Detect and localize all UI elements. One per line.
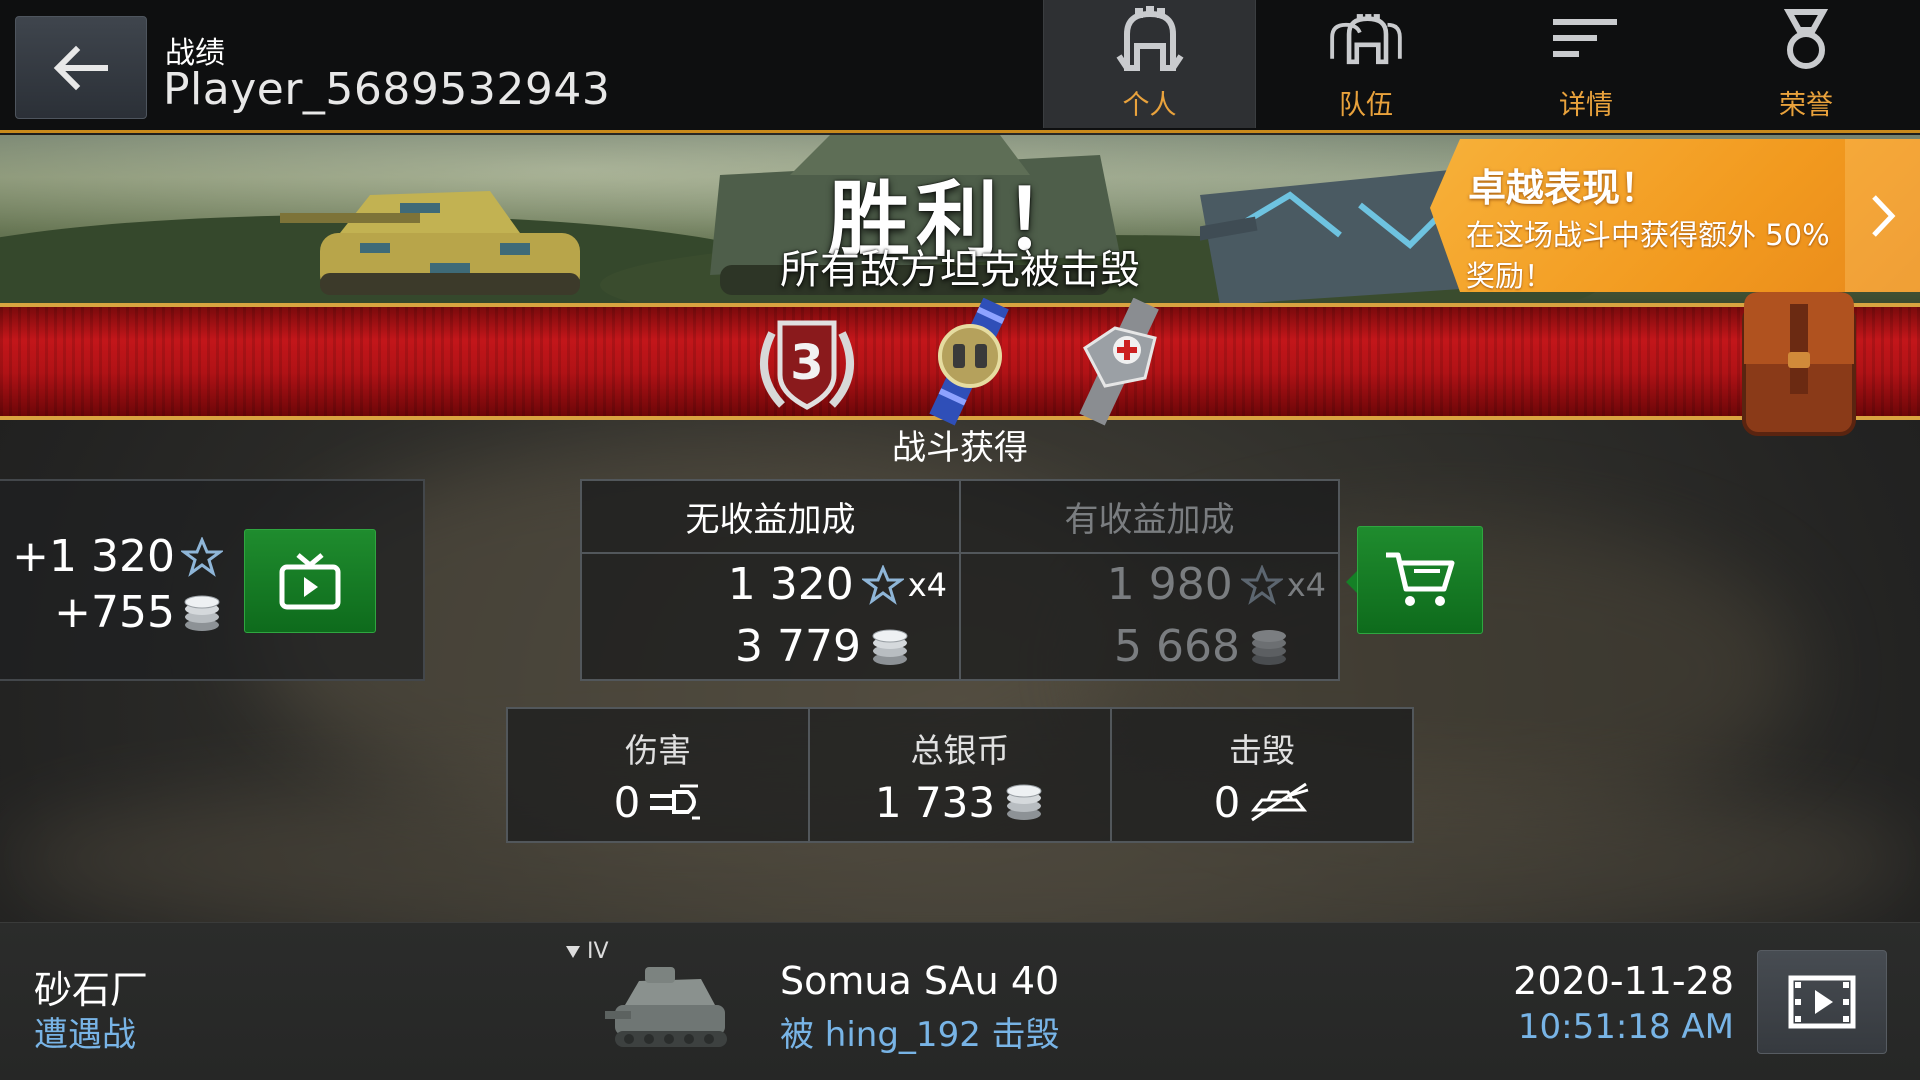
- tab-team[interactable]: 队伍: [1256, 0, 1476, 128]
- battle-date: 2020-11-28: [1513, 959, 1734, 1003]
- stat-value: 0: [1214, 778, 1311, 827]
- top-bar: 战绩 Player_5689532943 个人 队伍 详情 荣誉: [0, 0, 1920, 133]
- silver-coins-icon: [872, 629, 908, 665]
- map-name: 砂石厂: [34, 968, 149, 1012]
- star-xp-icon: [1240, 564, 1283, 605]
- tab-bar: 个人 队伍 详情 荣誉: [1043, 0, 1916, 130]
- team-helmets-icon: [1326, 3, 1406, 79]
- promo-text: 在这场战斗中获得额外 50% 奖励！: [1466, 218, 1830, 293]
- binoculars-medal-icon[interactable]: [915, 298, 1025, 426]
- mastery-class-text: 3: [790, 335, 823, 391]
- stat-total-silver: 总银币 1 733: [808, 709, 1110, 841]
- killed-by-text: 被 hing_192 击毁: [780, 1015, 1060, 1055]
- film-play-icon: [1788, 975, 1856, 1029]
- reward-comparison-table: 无收益加成 1 320 x4 3 779 有收益加成 1 980 x4 5 66…: [580, 479, 1340, 681]
- xp-value: 1 980: [1106, 559, 1233, 610]
- no-bonus-column: 无收益加成 1 320 x4 3 779: [582, 481, 959, 679]
- damage-shell-icon: [650, 784, 701, 820]
- kills-tank-crossed-icon: [1251, 782, 1309, 822]
- silver-coins-icon: [1006, 784, 1042, 820]
- with-bonus-xp: 1 980 x4: [1107, 559, 1326, 610]
- xp-value: +1 320: [12, 531, 175, 582]
- total-silver-value: 1 733: [874, 777, 996, 827]
- stat-label: 伤害: [625, 730, 691, 770]
- tab-label: 荣誉: [1779, 90, 1833, 121]
- replay-button[interactable]: [1757, 950, 1887, 1054]
- stat-kills: 击毁 0: [1110, 709, 1412, 841]
- battle-results-screen: 战绩 Player_5689532943 个人 队伍 详情 荣誉 胜利！ 所有敌…: [0, 0, 1920, 1080]
- tank-type-icon: [566, 945, 580, 958]
- xp-reward: +1 320: [12, 531, 223, 582]
- base-reward-panel: +1 320 +755: [0, 479, 425, 681]
- stat-value: 1 733: [875, 778, 1045, 827]
- promo-title: 卓越表现！: [1468, 166, 1659, 210]
- stat-label: 总银币: [910, 730, 1010, 770]
- battle-time: 10:51:18 AM: [1517, 1007, 1734, 1047]
- tab-label: 个人: [1122, 90, 1177, 121]
- with-bonus-column: 有收益加成 1 980 x4 5 668: [959, 481, 1338, 679]
- tank-image: [605, 967, 727, 1047]
- repair-medic-medal-icon[interactable]: [1065, 298, 1175, 426]
- star-xp-icon: [861, 564, 904, 605]
- battle-info-bar: 砂石厂 遭遇战 IV Somua SAu 40 被 hing_192 击毁 20…: [0, 922, 1920, 1080]
- stat-value: 0: [614, 778, 703, 827]
- player-name: Player_5689532943: [163, 64, 611, 115]
- stat-damage: 伤害 0: [508, 709, 808, 841]
- battle-stats: 伤害 0 总银币 1 733 击毁 0: [506, 707, 1414, 843]
- chevron-right-icon[interactable]: [1845, 139, 1920, 292]
- silver-reward: +755: [54, 587, 223, 638]
- tab-details[interactable]: 详情: [1476, 0, 1696, 128]
- medal-icon: [1766, 3, 1846, 79]
- xp-multiplier: x4: [907, 565, 947, 604]
- stat-label: 击毁: [1229, 730, 1295, 770]
- shopping-cart-icon: [1386, 552, 1455, 606]
- arrow-left-icon: [53, 45, 108, 90]
- premium-promo-banner[interactable]: 卓越表现！ 在这场战斗中获得额外 50% 奖励！: [1430, 139, 1920, 292]
- silver-coins-icon: [1252, 629, 1286, 665]
- with-bonus-header: 有收益加成: [961, 481, 1338, 554]
- tab-label: 详情: [1559, 90, 1613, 121]
- tab-honors[interactable]: 荣誉: [1696, 0, 1916, 128]
- damage-value: 0: [613, 777, 641, 827]
- no-bonus-xp: 1 320 x4: [728, 559, 947, 610]
- tank-tier: IV: [565, 939, 609, 964]
- tab-personal[interactable]: 个人: [1043, 0, 1256, 128]
- silver-value: 5 668: [1114, 621, 1240, 672]
- with-bonus-silver: 5 668: [1114, 621, 1290, 672]
- xp-value: 1 320: [727, 559, 854, 610]
- kills-value: 0: [1213, 777, 1241, 827]
- details-lines-icon: [1546, 3, 1626, 79]
- tv-play-icon: [279, 553, 341, 610]
- no-bonus-silver: 3 779: [735, 621, 911, 672]
- helmet-icon: [1110, 3, 1190, 79]
- star-xp-icon: [181, 536, 223, 577]
- battle-mode: 遭遇战: [34, 1015, 136, 1055]
- tab-label: 队伍: [1339, 90, 1393, 121]
- buy-premium-button[interactable]: [1357, 526, 1483, 634]
- xp-multiplier: x4: [1286, 565, 1326, 604]
- backpack-icon[interactable]: [1738, 286, 1860, 438]
- silver-coins-icon: [184, 595, 220, 631]
- watch-ad-button[interactable]: [244, 529, 376, 633]
- earned-in-battle-label: 战斗获得: [892, 428, 1028, 468]
- no-bonus-header: 无收益加成: [582, 481, 959, 554]
- silver-value: 3 779: [735, 621, 861, 672]
- tank-name: Somua SAu 40: [780, 959, 1060, 1003]
- mastery-class-3-badge-icon[interactable]: 3: [752, 313, 862, 417]
- silver-value: +755: [54, 587, 175, 638]
- back-button[interactable]: [15, 16, 147, 119]
